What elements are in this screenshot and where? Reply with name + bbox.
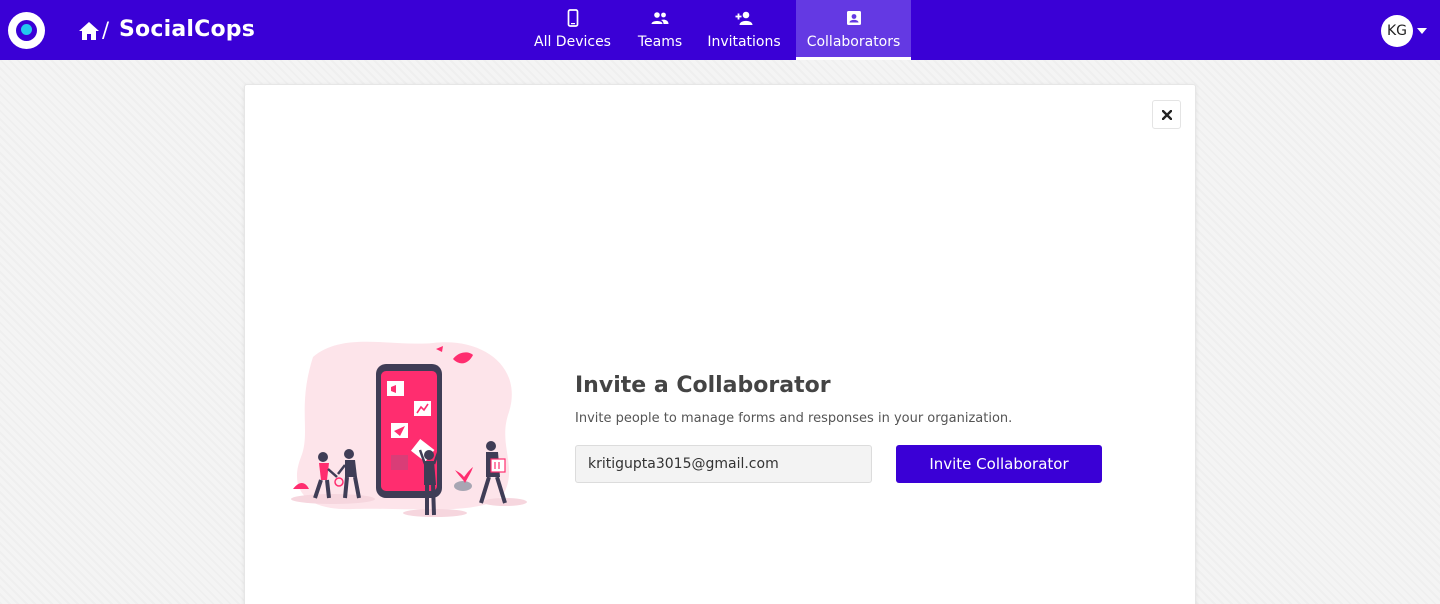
- people-icon: [651, 12, 669, 24]
- home-icon[interactable]: [79, 22, 99, 40]
- close-icon: [1162, 110, 1172, 120]
- close-button[interactable]: [1152, 100, 1181, 129]
- dialog-description: Invite people to manage forms and respon…: [575, 411, 1013, 426]
- organization-name[interactable]: SocialCops: [119, 17, 255, 42]
- invite-collaborator-panel: Invite a Collaborator Invite people to m…: [244, 84, 1196, 604]
- tab-label: Collaborators: [806, 34, 901, 50]
- socialcops-logo-icon[interactable]: [8, 12, 45, 49]
- user-avatar[interactable]: KG: [1381, 15, 1413, 47]
- tab-all-devices[interactable]: All Devices: [525, 0, 620, 60]
- tab-invitations[interactable]: Invitations: [700, 0, 788, 60]
- tab-label: All Devices: [534, 34, 611, 50]
- caret-down-icon[interactable]: [1417, 28, 1427, 34]
- top-navigation-bar: / SocialCops All Devices Teams Invitatio…: [0, 0, 1440, 60]
- person-add-icon: [735, 11, 753, 25]
- dialog-title: Invite a Collaborator: [575, 373, 831, 398]
- tab-collaborators[interactable]: Collaborators: [796, 0, 911, 60]
- invite-collaborator-button[interactable]: Invite Collaborator: [896, 445, 1102, 483]
- email-field[interactable]: [575, 445, 872, 483]
- contact-card-icon: [846, 11, 861, 25]
- tab-teams[interactable]: Teams: [627, 0, 693, 60]
- logo-ring: [16, 20, 37, 41]
- people-around-phone-illustration: [291, 341, 527, 517]
- breadcrumb-separator: /: [102, 18, 110, 42]
- tab-label: Invitations: [707, 34, 781, 50]
- logo-core: [21, 24, 32, 35]
- smartphone-icon: [567, 9, 578, 27]
- tab-label: Teams: [637, 34, 683, 50]
